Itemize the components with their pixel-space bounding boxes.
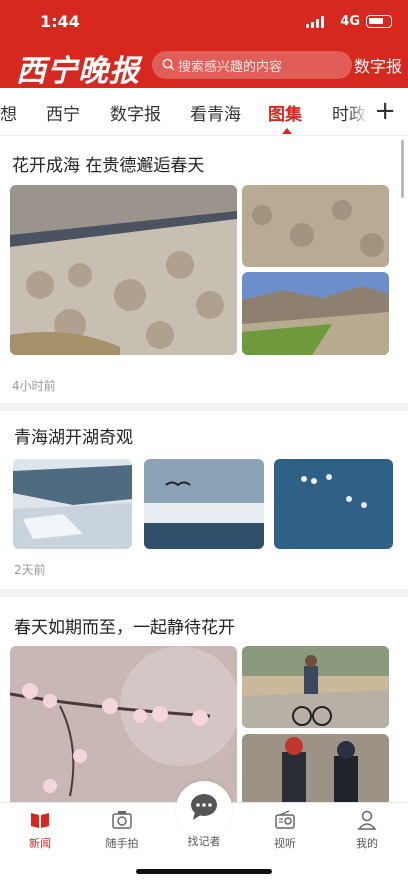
app-logo: 西宁晚报 — [16, 54, 140, 89]
search-placeholder: 搜索感兴趣的内容 — [178, 60, 283, 75]
photo-ice-lake-3 — [274, 459, 393, 549]
feed: 花开成海 在贵德邂逅春天 4小时前 青海湖开湖奇观 2天前 春天如期而至，一起静… — [0, 137, 408, 802]
tab-mine[interactable]: 我的 — [337, 809, 397, 851]
photo-cyclists-masks — [242, 734, 389, 802]
tab-snapshot[interactable]: 随手拍 — [92, 809, 152, 851]
tab-label: 随手拍 — [105, 837, 139, 850]
add-channel-icon[interactable]: + — [370, 96, 396, 126]
tab-news[interactable]: 新闻 — [10, 809, 70, 851]
tab-xining[interactable]: 西宁 — [46, 100, 80, 125]
active-tab-indicator — [282, 128, 292, 134]
post-title: 春天如期而至，一起静待花开 — [14, 618, 235, 638]
tab-label: 视听 — [274, 837, 296, 850]
home-indicator — [136, 869, 272, 874]
photo-apricot-blossom — [10, 646, 237, 802]
divider — [0, 403, 408, 411]
tab-digital-paper[interactable]: 数字报 — [110, 100, 161, 125]
tab-kan-qinghai[interactable]: 看青海 — [190, 100, 241, 125]
status-time: 1:44 — [40, 12, 80, 31]
tab-label: 找记者 — [187, 835, 221, 848]
post-title: 花开成海 在贵德邂逅春天 — [12, 156, 205, 176]
news-book-icon — [31, 813, 49, 828]
cellular-signal-icon — [306, 16, 328, 28]
person-icon — [357, 810, 377, 830]
app-header: 1:44 4G 西宁晚报 搜索感兴趣的内容 数字报 — [0, 0, 408, 89]
photo-ice-lake-2 — [144, 459, 264, 549]
post-time: 2天前 — [14, 563, 46, 577]
tab-xiang[interactable]: 想 — [0, 100, 17, 125]
tab-label: 新闻 — [29, 837, 51, 850]
tab-gallery[interactable]: 图集 — [268, 100, 302, 125]
tab-audio-video[interactable]: 视听 — [255, 809, 315, 851]
radio-icon — [275, 810, 295, 829]
battery-icon — [366, 15, 392, 28]
channel-tabs: 想 西宁 数字报 看青海 图集 时政 + — [0, 88, 408, 136]
status-bar: 1:44 4G — [0, 0, 408, 44]
photo-valley-road — [10, 185, 237, 355]
chat-bubble-icon — [191, 794, 217, 820]
photo-blossom-hills — [242, 185, 389, 267]
search-icon — [162, 58, 175, 71]
post-time: 4小时前 — [12, 379, 56, 393]
digital-paper-link[interactable]: 数字报 — [354, 53, 402, 77]
photo-cyclist — [242, 646, 389, 728]
scrollbar[interactable] — [401, 140, 404, 198]
tab-find-reporter[interactable]: 找记者 — [174, 833, 234, 849]
find-reporter-button[interactable] — [176, 781, 232, 837]
search-bar[interactable]: 搜索感兴趣的内容 — [152, 51, 352, 79]
divider — [0, 589, 408, 597]
post-title: 青海湖开湖奇观 — [14, 428, 133, 448]
camera-icon — [112, 811, 132, 829]
photo-ice-lake-1 — [13, 459, 132, 549]
tab-label: 我的 — [356, 837, 378, 850]
photo-green-fields — [242, 272, 389, 355]
network-type: 4G — [340, 14, 360, 29]
